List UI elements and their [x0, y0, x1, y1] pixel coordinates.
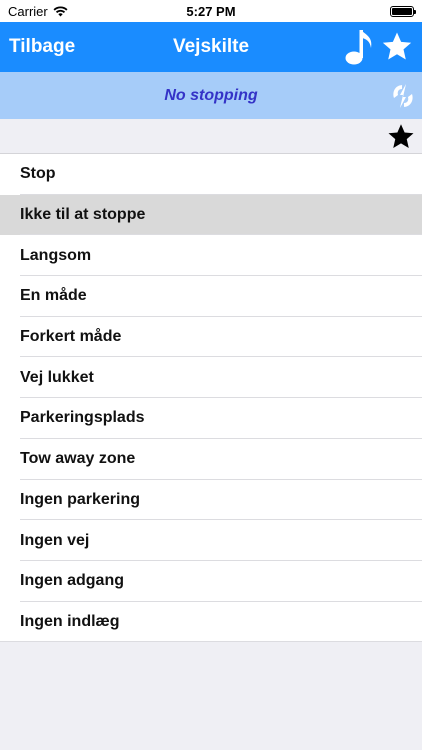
- favorites-toolbar: [0, 119, 422, 154]
- list-item-label: Ingen vej: [20, 531, 90, 549]
- selected-sign-translation: No stopping: [164, 86, 258, 104]
- battery-icon: [390, 5, 416, 17]
- list-item[interactable]: Ikke til at stoppe: [0, 194, 422, 236]
- list-item-label: Ikke til at stoppe: [20, 206, 146, 224]
- status-bar: Carrier 5:27 PM: [0, 0, 422, 22]
- list-item[interactable]: Ingen indlæg: [0, 601, 422, 643]
- clock: 5:27 PM: [186, 3, 236, 19]
- swap-icon[interactable]: [390, 82, 416, 110]
- list-item-label: Tow away zone: [20, 450, 136, 468]
- list-item-label: Ingen indlæg: [20, 612, 120, 630]
- selected-sign-banner: No stopping: [0, 72, 422, 119]
- list-item-label: Forkert måde: [20, 328, 122, 346]
- list-item[interactable]: Forkert måde: [0, 316, 422, 358]
- sign-list: Stop Ikke til at stoppe Langsom En måde Fork…: [0, 154, 422, 643]
- list-item-label: Vej lukket: [20, 368, 94, 386]
- list-item[interactable]: Ingen adgang: [0, 560, 422, 602]
- list-item[interactable]: Vej lukket: [0, 357, 422, 399]
- list-item[interactable]: En måde: [0, 276, 422, 317]
- list-item-label: Ingen adgang: [20, 572, 124, 590]
- list-item-label: Parkeringsplads: [20, 409, 145, 427]
- list-item-label: Stop: [20, 165, 56, 183]
- list-item-label: En måde: [20, 287, 87, 305]
- list-item-label: Ingen parkering: [20, 490, 141, 508]
- back-button[interactable]: Tilbage: [0, 36, 75, 58]
- list-item[interactable]: Parkeringsplads: [0, 398, 422, 439]
- list-item-label: Langsom: [20, 246, 92, 264]
- list-item[interactable]: Stop: [0, 154, 422, 195]
- list-item[interactable]: Tow away zone: [0, 438, 422, 480]
- music-note-icon[interactable]: [344, 28, 374, 66]
- list-item[interactable]: Ingen vej: [0, 520, 422, 561]
- list-item[interactable]: Ingen parkering: [0, 479, 422, 521]
- navigation-bar: Tilbage Vejskilte: [0, 22, 422, 72]
- nav-actions: [344, 28, 422, 66]
- add-favorite-star-icon[interactable]: [386, 122, 416, 152]
- star-icon[interactable]: [380, 30, 414, 64]
- list-item[interactable]: Langsom: [0, 235, 422, 277]
